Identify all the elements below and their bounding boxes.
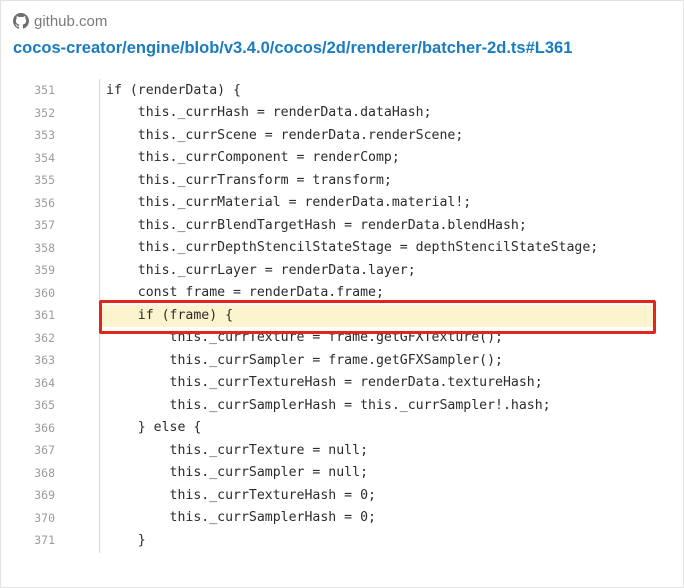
code-line: 369 this._currTextureHash = 0;: [0, 484, 684, 507]
code-line: 368 this._currSampler = null;: [0, 462, 684, 485]
code-text: this._currDepthStencilStateStage = depth…: [106, 240, 599, 256]
code-line: 353 this._currScene = renderData.renderS…: [0, 124, 684, 147]
code-line: 370 this._currSamplerHash = 0;: [0, 507, 684, 530]
line-number: 366: [34, 420, 55, 435]
line-number: 371: [34, 533, 55, 548]
line-number: 359: [34, 263, 55, 278]
line-number: 368: [34, 465, 55, 480]
code-line: 355 this._currTransform = transform;: [0, 169, 684, 192]
github-icon: [13, 13, 29, 29]
line-number: 351: [34, 83, 55, 98]
code-line: 359 this._currLayer = renderData.layer;: [0, 259, 684, 282]
code-text: this._currTexture = null;: [106, 442, 369, 458]
code-text: this._currSamplerHash = 0;: [106, 510, 376, 526]
code-line: 366 } else {: [0, 417, 684, 440]
source-link[interactable]: cocos-creator/engine/blob/v3.4.0/cocos/2…: [13, 39, 572, 58]
line-number: 361: [34, 308, 55, 323]
code-text: this._currTextureHash = 0;: [106, 487, 376, 503]
line-number: 370: [34, 510, 55, 525]
line-number: 357: [34, 218, 55, 233]
code-text: this._currScene = renderData.renderScene…: [106, 127, 464, 143]
code-text: this._currSampler = null;: [106, 465, 369, 481]
code-text: }: [106, 532, 146, 548]
line-number: 369: [34, 488, 55, 503]
code-line: 367 this._currTexture = null;: [0, 439, 684, 462]
code-text: this._currComponent = renderComp;: [106, 150, 400, 166]
code-text: const frame = renderData.frame;: [106, 285, 384, 301]
code-text: this._currTextureHash = renderData.textu…: [106, 375, 543, 391]
line-number: 362: [34, 330, 55, 345]
source-site: github.com: [34, 12, 108, 30]
code-line: 371 }: [0, 529, 684, 552]
code-line: 364 this._currTextureHash = renderData.t…: [0, 372, 684, 395]
code-text: this._currMaterial = renderData.material…: [106, 195, 472, 211]
code-line: 352 this._currHash = renderData.dataHash…: [0, 102, 684, 125]
line-number: 356: [34, 195, 55, 210]
code-line: 351 if (renderData) {: [0, 79, 684, 102]
code-line: 365 this._currSamplerHash = this._currSa…: [0, 394, 684, 417]
line-number: 363: [34, 353, 55, 368]
source-row: github.com: [13, 11, 107, 31]
code-line: 356 this._currMaterial = renderData.mate…: [0, 192, 684, 215]
line-number: 354: [34, 150, 55, 165]
code-text: this._currBlendTargetHash = renderData.b…: [106, 217, 527, 233]
line-number: 367: [34, 443, 55, 458]
line-number: 358: [34, 240, 55, 255]
code-line: 357 this._currBlendTargetHash = renderDa…: [0, 214, 684, 237]
line-number: 360: [34, 285, 55, 300]
code-line: 354 this._currComponent = renderComp;: [0, 147, 684, 170]
code-line: 363 this._currSampler = frame.getGFXSamp…: [0, 349, 684, 372]
code-text: this._currHash = renderData.dataHash;: [106, 105, 432, 121]
code-text: this._currSamplerHash = this._currSample…: [106, 397, 551, 413]
code-text: } else {: [106, 420, 202, 436]
line-number: 352: [34, 105, 55, 120]
line-number: 365: [34, 398, 55, 413]
code-text: this._currTransform = transform;: [106, 172, 392, 188]
line-number: 355: [34, 173, 55, 188]
code-line: 358 this._currDepthStencilStateStage = d…: [0, 237, 684, 260]
code-text: this._currLayer = renderData.layer;: [106, 262, 416, 278]
code-text: if (renderData) {: [106, 82, 241, 98]
highlight-box: [99, 300, 656, 334]
line-number: 353: [34, 128, 55, 143]
code-text: this._currSampler = frame.getGFXSampler(…: [106, 352, 503, 368]
line-number: 364: [34, 375, 55, 390]
